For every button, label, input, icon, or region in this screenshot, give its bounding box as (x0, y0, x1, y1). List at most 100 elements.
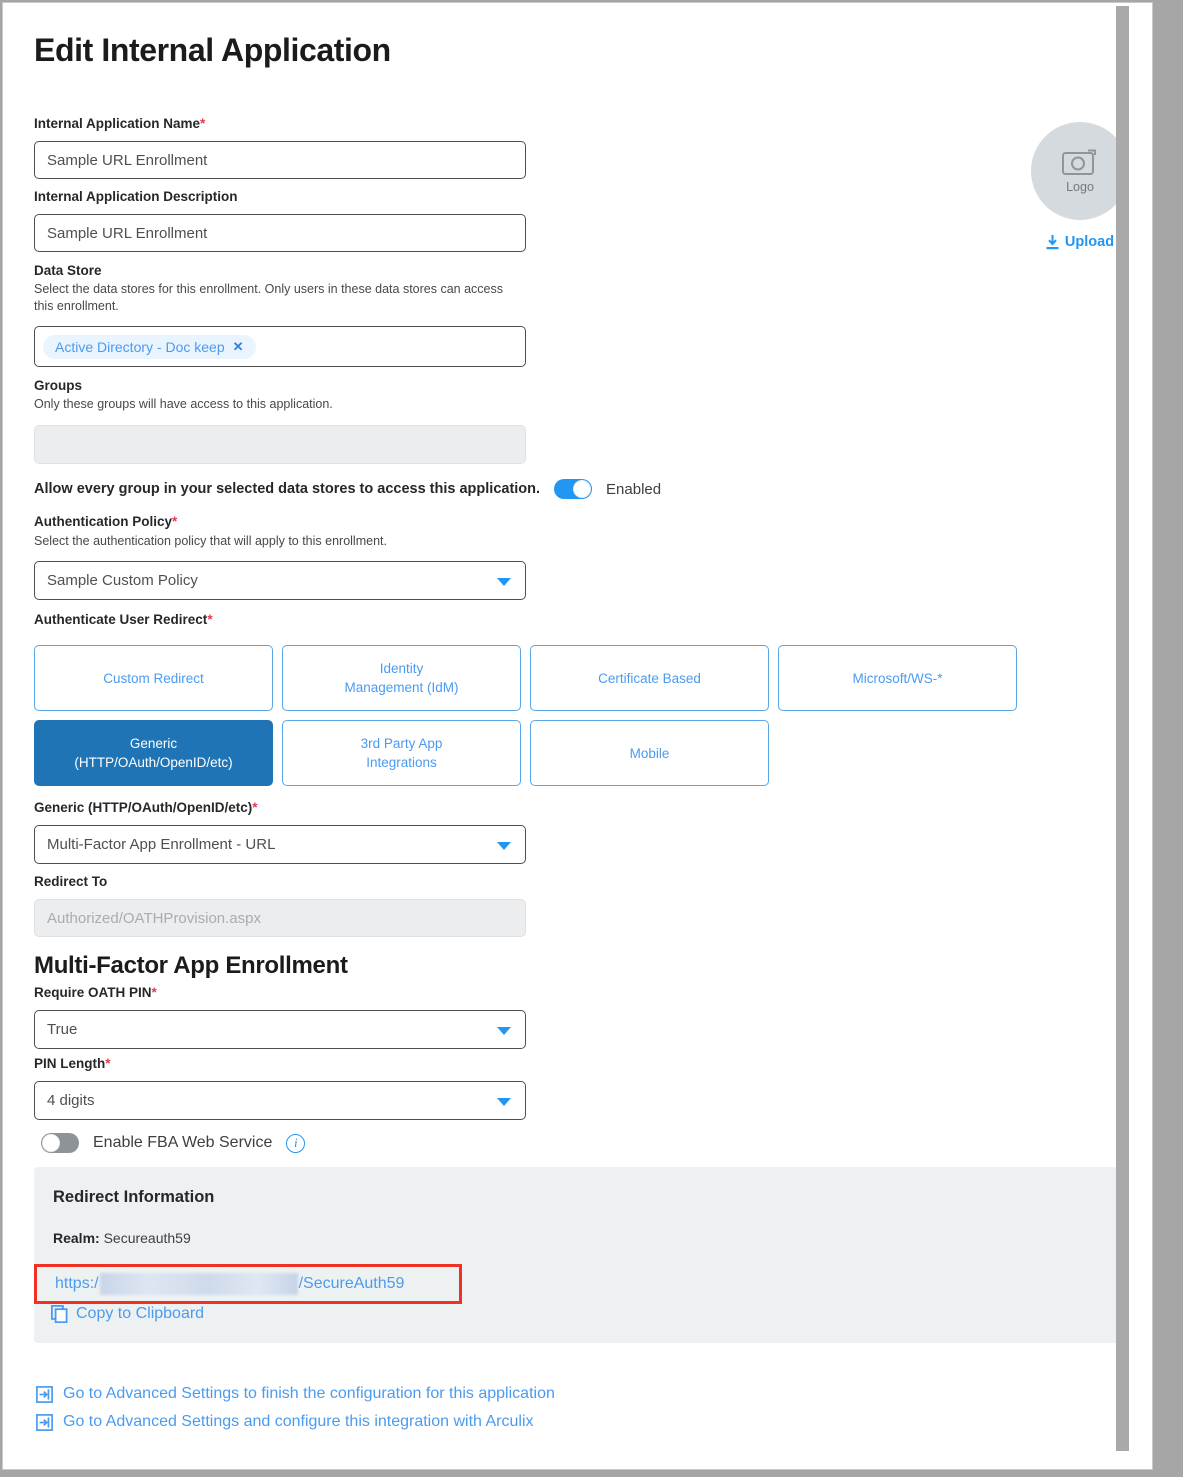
authenticate-user-redirect-options: Custom Redirect Identity Management (IdM… (34, 645, 1034, 795)
redirect-option-label: Generic (HTTP/OAuth/OpenID/etc) (74, 734, 232, 772)
required-asterisk: * (200, 116, 205, 131)
redirect-option-generic[interactable]: Generic (HTTP/OAuth/OpenID/etc) (34, 720, 273, 786)
redirect-url-suffix: /SecureAuth59 (299, 1275, 405, 1292)
logo-caption: Logo (1066, 180, 1094, 194)
camera-icon (1062, 148, 1098, 177)
upload-label: Upload (1065, 234, 1114, 250)
fba-web-service-row: Enable FBA Web Service i (41, 1133, 305, 1153)
app-description-input[interactable] (34, 214, 526, 252)
generic-type-value: Multi-Factor App Enrollment - URL (47, 836, 275, 853)
advanced-settings-link-2[interactable]: Go to Advanced Settings and configure th… (36, 1413, 534, 1431)
arrow-into-box-icon (36, 1414, 53, 1431)
field-app-description: Internal Application Description (34, 189, 526, 252)
authenticate-user-redirect-label: Authenticate User Redirect* (34, 612, 213, 628)
required-asterisk: * (172, 514, 177, 529)
page-title: Edit Internal Application (34, 32, 391, 69)
toggle-knob (573, 480, 591, 498)
allow-all-groups-state: Enabled (606, 481, 661, 498)
redirect-option-label: Certificate Based (598, 669, 701, 688)
redirect-options-row-2: Generic (HTTP/OAuth/OpenID/etc) 3rd Part… (34, 720, 1034, 786)
copy-to-clipboard-label: Copy to Clipboard (76, 1305, 204, 1323)
redirect-option-microsoft-ws[interactable]: Microsoft/WS-* (778, 645, 1017, 711)
page-surface: Edit Internal Application Logo (2, 2, 1153, 1470)
redirect-option-line1: Identity (380, 661, 424, 676)
pin-length-select[interactable]: 4 digits (34, 1081, 526, 1120)
redirect-url-highlight: https:/ /SecureAuth59 (34, 1264, 462, 1304)
redirect-url-prefix: https:/ (55, 1275, 99, 1292)
window-frame: Edit Internal Application Logo (0, 0, 1183, 1477)
mfa-section-title: Multi-Factor App Enrollment (34, 952, 348, 980)
logo-upload-area: Logo Upload (1031, 122, 1129, 250)
require-oath-pin-label-text: Require OATH PIN (34, 985, 152, 1000)
redirect-option-label: 3rd Party App Integrations (361, 734, 443, 772)
logo-placeholder[interactable]: Logo (1031, 122, 1129, 220)
require-oath-pin-label: Require OATH PIN* (34, 985, 526, 1001)
generic-type-label: Generic (HTTP/OAuth/OpenID/etc)* (34, 800, 526, 816)
chevron-down-icon (497, 842, 511, 850)
require-oath-pin-select[interactable]: True (34, 1010, 526, 1049)
generic-type-label-text: Generic (HTTP/OAuth/OpenID/etc) (34, 800, 252, 815)
app-name-label-text: Internal Application Name (34, 116, 200, 131)
advanced-settings-label-2: Go to Advanced Settings and configure th… (63, 1413, 534, 1431)
download-icon (1046, 235, 1059, 250)
app-name-input[interactable] (34, 141, 526, 179)
redirect-option-line1: Generic (130, 736, 177, 751)
copy-icon (51, 1305, 68, 1323)
redirect-option-line2: Management (IdM) (344, 680, 458, 695)
copy-to-clipboard-button[interactable]: Copy to Clipboard (51, 1305, 204, 1323)
groups-label: Groups (34, 378, 526, 394)
chevron-down-icon (497, 578, 511, 586)
field-redirect-to: Redirect To (34, 874, 526, 937)
redirect-option-3rd-party-app-integrations[interactable]: 3rd Party App Integrations (282, 720, 521, 786)
upload-button[interactable]: Upload (1031, 234, 1129, 250)
redirect-option-line2: Integrations (366, 755, 437, 770)
close-icon[interactable]: ✕ (233, 339, 244, 355)
redirect-to-label: Redirect To (34, 874, 526, 890)
redirect-information-title: Redirect Information (53, 1188, 214, 1207)
chevron-down-icon (497, 1098, 511, 1106)
redirect-option-identity-management[interactable]: Identity Management (IdM) (282, 645, 521, 711)
fba-web-service-toggle[interactable] (41, 1133, 79, 1153)
redirect-option-certificate-based[interactable]: Certificate Based (530, 645, 769, 711)
field-data-store: Data Store Select the data stores for th… (34, 263, 526, 367)
toggle-knob (42, 1134, 60, 1152)
data-store-help: Select the data stores for this enrollme… (34, 281, 504, 315)
redirect-option-mobile[interactable]: Mobile (530, 720, 769, 786)
redirect-realm-value: Secureauth59 (104, 1230, 191, 1246)
redirect-realm: Realm: Secureauth59 (53, 1230, 191, 1246)
data-store-chip-label: Active Directory - Doc keep (55, 339, 225, 355)
field-generic-type: Generic (HTTP/OAuth/OpenID/etc)* Multi-F… (34, 800, 526, 864)
field-require-oath-pin: Require OATH PIN* True (34, 985, 526, 1049)
redirect-option-label: Identity Management (IdM) (344, 659, 458, 697)
app-description-label: Internal Application Description (34, 189, 526, 205)
arrow-into-box-icon (36, 1386, 53, 1403)
data-store-label: Data Store (34, 263, 526, 279)
data-store-chip[interactable]: Active Directory - Doc keep ✕ (43, 335, 256, 359)
allow-all-groups-toggle[interactable] (554, 479, 592, 499)
redirect-option-line1: 3rd Party App (361, 736, 443, 751)
scrollbar-track[interactable] (1116, 6, 1129, 1462)
scrollbar-thumb[interactable] (1116, 6, 1129, 1451)
required-asterisk: * (152, 985, 157, 1000)
generic-type-select[interactable]: Multi-Factor App Enrollment - URL (34, 825, 526, 864)
field-groups: Groups Only these groups will have acces… (34, 378, 526, 464)
field-pin-length: PIN Length* 4 digits (34, 1056, 526, 1120)
redirect-options-row-1: Custom Redirect Identity Management (IdM… (34, 645, 1034, 711)
required-asterisk: * (207, 612, 212, 627)
redirect-url-link[interactable]: https:/ /SecureAuth59 (37, 1273, 404, 1295)
field-auth-policy: Authentication Policy* Select the authen… (34, 514, 526, 600)
pin-length-label: PIN Length* (34, 1056, 526, 1072)
redirect-option-custom-redirect[interactable]: Custom Redirect (34, 645, 273, 711)
require-oath-pin-value: True (47, 1021, 77, 1038)
groups-help: Only these groups will have access to th… (34, 396, 526, 413)
auth-policy-label: Authentication Policy* (34, 514, 526, 530)
auth-policy-select[interactable]: Sample Custom Policy (34, 561, 526, 600)
advanced-settings-link-1[interactable]: Go to Advanced Settings to finish the co… (36, 1385, 555, 1403)
info-icon[interactable]: i (286, 1134, 305, 1153)
pin-length-label-text: PIN Length (34, 1056, 105, 1071)
auth-policy-value: Sample Custom Policy (47, 572, 198, 589)
groups-input[interactable] (34, 425, 526, 464)
redirect-to-input (34, 899, 526, 937)
data-store-select[interactable]: Active Directory - Doc keep ✕ (34, 326, 526, 367)
pin-length-value: 4 digits (47, 1092, 95, 1109)
